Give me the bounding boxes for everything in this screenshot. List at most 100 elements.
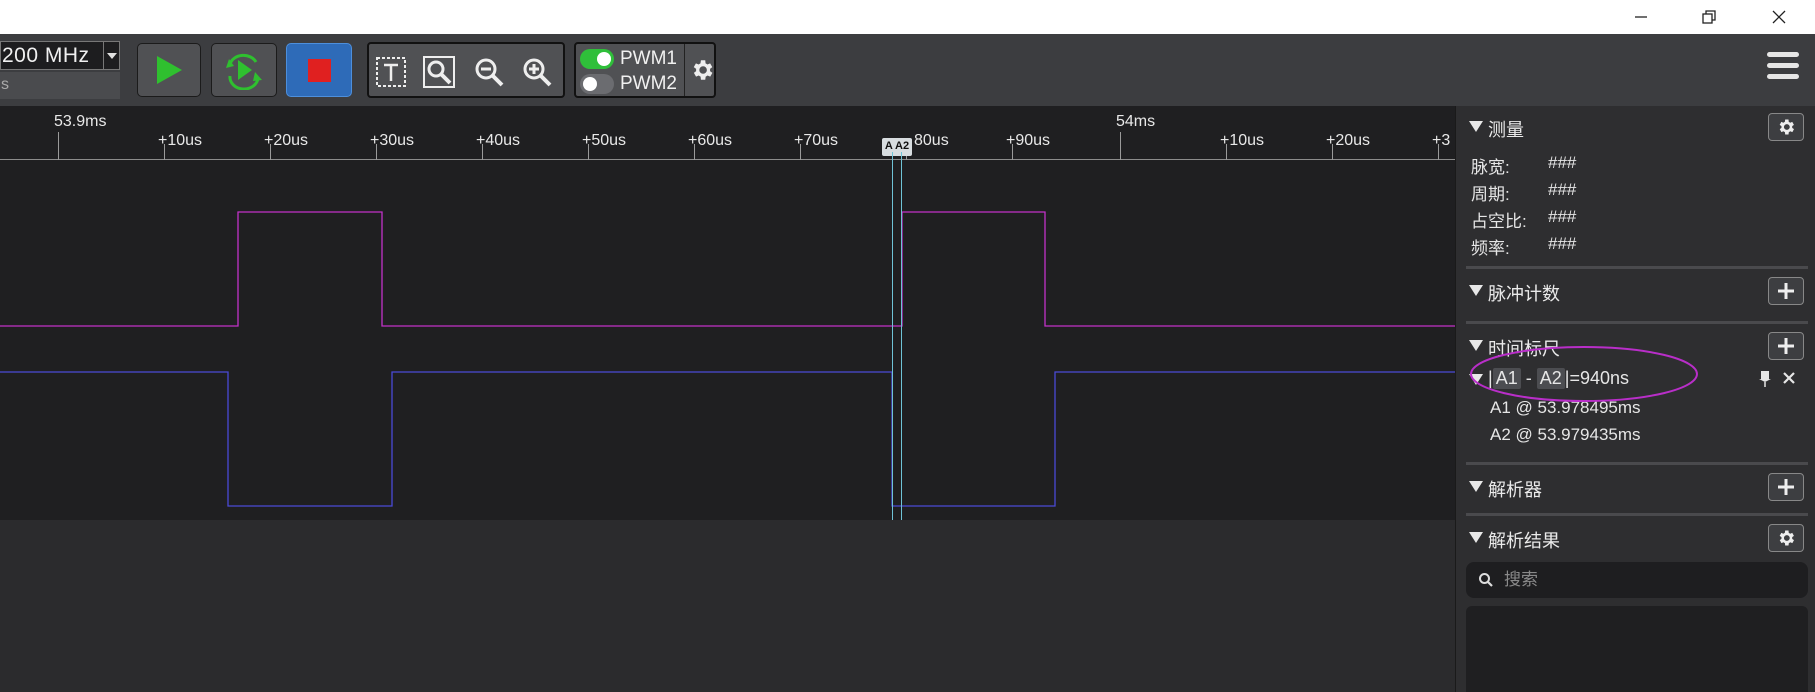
- pulse-count-section-header: 脉冲计数: [1456, 276, 1815, 308]
- close-icon: [1772, 10, 1786, 24]
- measure-title: 测量: [1488, 120, 1524, 140]
- text-tool-icon: [376, 57, 406, 87]
- section-divider: [1466, 266, 1808, 269]
- pwm1-toggle[interactable]: [580, 49, 614, 69]
- zoom-region-button[interactable]: [421, 54, 457, 90]
- sample-rate-select[interactable]: 200 MHz: [0, 41, 120, 70]
- zoom-out-icon: [475, 58, 504, 87]
- remove-ruler-button[interactable]: [1781, 370, 1797, 391]
- hamburger-icon: [1767, 52, 1799, 79]
- run-button[interactable]: [137, 43, 201, 97]
- stop-button[interactable]: [286, 43, 352, 97]
- repeat-run-button[interactable]: [211, 43, 277, 97]
- section-divider: [1466, 321, 1808, 324]
- pwm-settings-button[interactable]: [689, 56, 715, 84]
- stop-icon: [307, 58, 331, 82]
- major-tick-label: 54ms: [1116, 113, 1156, 130]
- tick-label: +40us: [476, 132, 521, 149]
- text-tool-button[interactable]: [373, 54, 409, 90]
- view-tools-group: [367, 42, 565, 98]
- tick-label: +30us: [370, 132, 415, 149]
- close-icon: [1783, 372, 1795, 384]
- tick-label: +20us: [264, 132, 309, 149]
- tick-label: +60us: [688, 132, 733, 149]
- empty-area: [0, 520, 1455, 692]
- window-title-bar: [0, 0, 1815, 34]
- measure-label: 周期:: [1471, 185, 1510, 204]
- tick-label: +10us: [158, 132, 203, 149]
- plus-icon: [1778, 283, 1794, 299]
- search-input[interactable]: [1504, 570, 1794, 590]
- gear-icon: [1779, 530, 1794, 546]
- collapse-triangle-icon[interactable]: [1469, 285, 1483, 296]
- collapse-triangle-icon[interactable]: [1469, 121, 1483, 132]
- repeat-play-icon: [226, 53, 262, 90]
- section-divider: [1466, 462, 1808, 465]
- pwm1-toggle-row[interactable]: PWM1: [580, 47, 677, 71]
- zoom-in-icon: [523, 58, 552, 87]
- decoder-section-header: 解析器: [1456, 472, 1815, 504]
- plus-icon: [1778, 338, 1794, 354]
- search-box[interactable]: [1466, 562, 1808, 598]
- plus-icon: [1778, 479, 1794, 495]
- menu-button[interactable]: [1767, 52, 1799, 86]
- measure-label: 频率:: [1471, 239, 1510, 258]
- pwm2-toggle[interactable]: [580, 74, 614, 94]
- add-decoder-button[interactable]: [1768, 473, 1804, 501]
- tick-label: +70us: [794, 132, 839, 149]
- sample-rate-value: 200 MHz: [2, 43, 90, 67]
- cursor-a2-line[interactable]: [901, 152, 902, 520]
- measure-label: 脉宽:: [1471, 158, 1510, 177]
- time-ruler[interactable]: 53.9ms 54ms +10us +20us +30us +40us +50u…: [0, 106, 1455, 160]
- decode-results-settings-button[interactable]: [1768, 524, 1804, 552]
- channel1-trace: [0, 211, 1455, 327]
- measure-value: ###: [1548, 234, 1577, 253]
- pwm-group: PWM1 PWM2: [574, 42, 716, 98]
- tick-label: +10us: [1220, 132, 1265, 149]
- tick-label: +20us: [1326, 132, 1371, 149]
- close-button[interactable]: [1750, 0, 1808, 34]
- decoder-title: 解析器: [1488, 480, 1542, 500]
- minimize-icon: [1635, 16, 1647, 18]
- restore-icon: [1702, 10, 1716, 24]
- channel2-trace: [0, 371, 1455, 507]
- measure-value: ###: [1548, 153, 1577, 172]
- tick-label: 80us: [914, 132, 949, 149]
- collapse-triangle-icon[interactable]: [1469, 532, 1483, 543]
- chevron-down-icon[interactable]: [103, 42, 119, 69]
- cursor-a1-line[interactable]: [892, 152, 893, 520]
- sample-depth-field[interactable]: s: [0, 72, 120, 99]
- cursor-a2-position: A2 @ 53.979435ms: [1490, 425, 1641, 444]
- zoom-in-button[interactable]: [519, 54, 555, 90]
- measure-section-header: 测量: [1456, 112, 1815, 144]
- add-time-ruler-button[interactable]: [1768, 332, 1804, 360]
- annotation-ellipse: [1470, 346, 1698, 402]
- tick-label: +90us: [1006, 132, 1051, 149]
- minimize-button[interactable]: [1612, 0, 1670, 34]
- restore-button[interactable]: [1680, 0, 1738, 34]
- measure-value: ###: [1548, 180, 1577, 199]
- waveform-traces: [0, 211, 1455, 507]
- collapse-triangle-icon[interactable]: [1469, 481, 1483, 492]
- pwm2-label: PWM2: [620, 73, 677, 94]
- tick-label: +3: [1432, 132, 1451, 149]
- play-icon: [157, 56, 182, 84]
- section-divider: [1466, 513, 1808, 516]
- major-tick: [58, 132, 59, 160]
- pin-icon: [1759, 371, 1771, 387]
- add-pulse-count-button[interactable]: [1768, 277, 1804, 305]
- zoom-region-icon: [423, 56, 455, 88]
- measure-label: 占空比:: [1471, 212, 1527, 231]
- cursor-marker-flag[interactable]: A A2: [882, 138, 912, 156]
- pin-button[interactable]: [1758, 370, 1772, 393]
- pwm2-toggle-row[interactable]: PWM2: [580, 72, 677, 96]
- pulse-count-title: 脉冲计数: [1488, 284, 1560, 304]
- tick-label: +50us: [582, 132, 627, 149]
- search-icon: [1479, 573, 1493, 587]
- measure-settings-button[interactable]: [1768, 113, 1804, 141]
- decode-results-list[interactable]: [1466, 606, 1808, 692]
- zoom-out-button[interactable]: [471, 54, 507, 90]
- waveform-view[interactable]: 53.9ms 54ms +10us +20us +30us +40us +50u…: [0, 106, 1455, 520]
- decode-results-title: 解析结果: [1488, 531, 1560, 551]
- pwm1-label: PWM1: [620, 48, 677, 69]
